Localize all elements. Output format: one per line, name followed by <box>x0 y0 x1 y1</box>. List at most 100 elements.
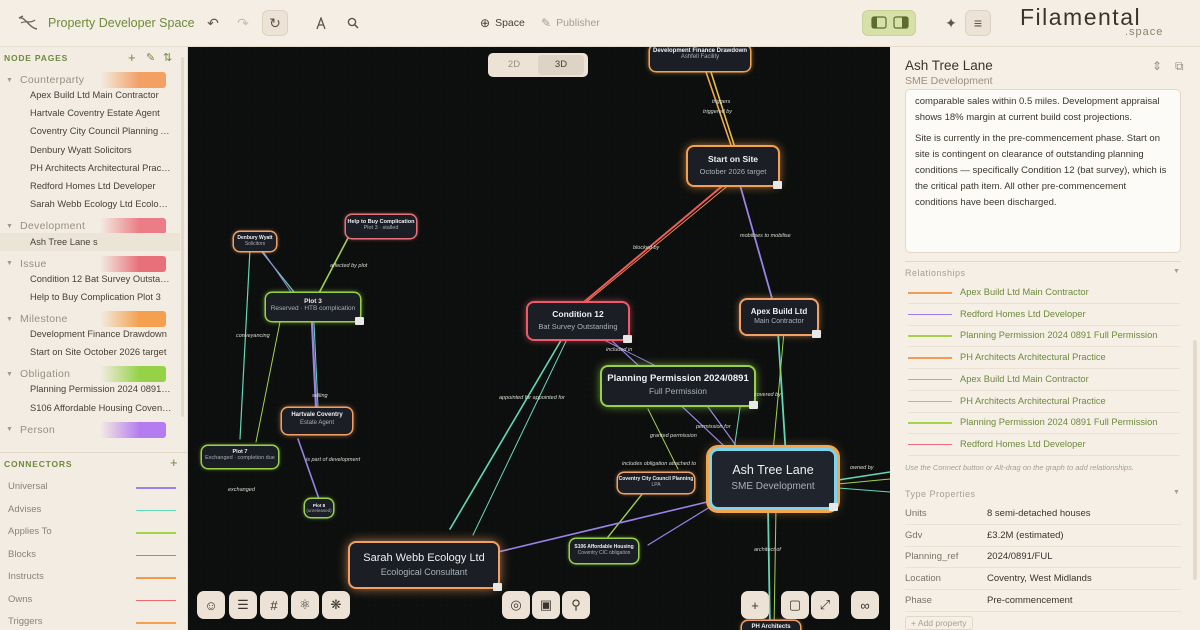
connector-applies-to[interactable]: Applies To <box>8 526 52 537</box>
sort-nodes-button[interactable]: ⇅ <box>163 51 172 64</box>
property-row[interactable]: Units 8 semi-detached houses <box>905 503 1181 525</box>
relationship-row[interactable]: PH Architects Architectural Practice <box>908 392 1180 413</box>
alien-view-button[interactable]: ☺ <box>197 591 225 619</box>
property-value[interactable]: Coventry, West Midlands <box>987 573 1092 584</box>
view-3d-button[interactable]: 3D <box>538 55 584 75</box>
node-start-on-site[interactable]: Start on Site October 2026 target <box>688 147 782 189</box>
node-page-item[interactable]: Planning Permission 2024 0891 Full Permi… <box>30 384 172 394</box>
add-connector-button[interactable]: + <box>170 455 178 470</box>
node-page-item[interactable]: Sarah Webb Ecology Ltd Ecological Consul… <box>30 199 172 209</box>
connector-instructs[interactable]: Instructs <box>8 571 44 582</box>
refresh-button[interactable]: ↻ <box>262 10 288 36</box>
publisher-mode-tab[interactable]: ✎ Publisher <box>541 16 600 30</box>
add-node-button[interactable]: + <box>128 50 136 65</box>
node-page-item[interactable]: Start on Site October 2026 target <box>30 347 172 357</box>
collapse-button[interactable]: ⇕ <box>1152 59 1162 73</box>
chevron-down-icon[interactable]: ▼ <box>1173 489 1180 496</box>
open-page-button[interactable]: ⧉ <box>1175 59 1184 74</box>
node-page-item[interactable]: Redford Homes Ltd Developer <box>30 181 172 191</box>
category-obligation[interactable]: ▼ Obligation <box>6 365 166 383</box>
connector-blocks[interactable]: Blocks <box>8 549 36 560</box>
add-node-canvas-button[interactable]: + <box>741 591 769 619</box>
node-denbury-wyatt[interactable]: Denbury Wyatt Solicitors <box>234 232 276 251</box>
relationship-row[interactable]: Planning Permission 2024 0891 Full Permi… <box>908 326 1180 348</box>
connector-universal[interactable]: Universal <box>8 481 48 492</box>
chevron-down-icon[interactable]: ▼ <box>6 223 20 230</box>
category-color-swatch[interactable] <box>100 311 166 327</box>
chevron-down-icon[interactable]: ▼ <box>6 77 20 84</box>
node-page-item[interactable]: Development Finance Drawdown <box>30 329 172 339</box>
node-page-item[interactable]: Denbury Wyatt Solicitors <box>30 145 172 155</box>
chevron-down-icon[interactable]: ▼ <box>6 426 20 433</box>
node-planning-permission[interactable]: Planning Permission 2024/0891 Full Permi… <box>602 367 758 409</box>
connector-owns[interactable]: Owns <box>8 594 32 605</box>
category-color-swatch[interactable] <box>100 255 166 272</box>
panel-scrollbar[interactable] <box>1193 340 1197 580</box>
link-button[interactable]: ∞ <box>851 591 879 619</box>
property-value[interactable]: 2024/0891/FUL <box>987 551 1053 562</box>
new-page-button[interactable]: ▢ <box>781 591 809 619</box>
category-color-swatch[interactable] <box>100 366 166 383</box>
node-ash-tree-lane[interactable]: Ash Tree Lane SME Development <box>712 451 838 511</box>
relationship-row[interactable]: Apex Build Ltd Main Contractor <box>908 283 1180 304</box>
property-value[interactable]: £3.2M (estimated) <box>987 530 1064 541</box>
relationship-row[interactable]: PH Architects Architectural Practice <box>908 348 1180 370</box>
node-plot-7[interactable]: Plot 7 Exchanged · completion due <box>202 446 278 468</box>
category-color-swatch[interactable] <box>100 72 166 88</box>
chevron-down-icon[interactable]: ▼ <box>6 260 20 267</box>
category-counterparty[interactable]: ▼ Counterparty <box>6 71 166 89</box>
node-page-item[interactable]: Condition 12 Bat Survey Outstanding <box>30 274 172 284</box>
menu-button[interactable]: ≡ <box>965 10 991 36</box>
view-2d-button[interactable]: 2D <box>490 53 538 77</box>
category-issue[interactable]: ▼ Issue <box>6 255 166 273</box>
relationship-row[interactable]: Redford Homes Ltd Developer <box>908 435 1180 456</box>
node-coventry-city-council[interactable]: Coventry City Council Planning LPA <box>618 473 694 493</box>
connector-advises[interactable]: Advises <box>8 504 41 515</box>
panel-layout-toggle[interactable] <box>862 10 916 36</box>
sparkle-button[interactable]: ✦ <box>938 10 964 36</box>
node-page-item[interactable]: PH Architects Architectural Practice <box>30 163 172 173</box>
node-s106-affordable-housing[interactable]: S106 Affordable Housing Coventry CIC obl… <box>570 539 638 563</box>
relationship-row[interactable]: Redford Homes Ltd Developer <box>908 305 1180 326</box>
align-button[interactable]: ☰ <box>229 591 257 619</box>
graph-canvas[interactable]: 2D 3D Development Finance Drawdown Ashfe… <box>188 47 890 630</box>
node-condition-12[interactable]: Condition 12 Bat Survey Outstanding <box>528 303 632 343</box>
screenshot-button[interactable]: ▣ <box>532 591 560 619</box>
connector-triggers[interactable]: Triggers <box>8 616 43 627</box>
node-plot-8[interactable]: Plot 8 (unreleased) <box>305 499 333 517</box>
category-color-swatch[interactable] <box>100 421 166 438</box>
node-development-finance[interactable]: Development Finance Drawdown Ashfell Fac… <box>650 47 750 71</box>
edit-node-button[interactable]: ✎ <box>146 51 155 64</box>
property-value[interactable]: 8 semi-detached houses <box>987 508 1091 519</box>
relationship-row[interactable]: Planning Permission 2024 0891 Full Permi… <box>908 413 1180 435</box>
property-row[interactable]: Phase Pre-commencement <box>905 590 1181 612</box>
node-sarah-webb-ecology[interactable]: Sarah Webb Ecology Ltd Ecological Consul… <box>350 543 502 591</box>
node-help-to-buy[interactable]: Help to Buy Complication Plot 3 · stalle… <box>346 215 416 238</box>
description-box[interactable]: comparable sales within 0.5 miles. Devel… <box>905 89 1181 253</box>
chevron-down-icon[interactable]: ▼ <box>1173 268 1180 275</box>
filament-logo-icon[interactable] <box>17 14 39 32</box>
node-hartvale-coventry[interactable]: Hartvale Coventry Estate Agent <box>282 408 352 434</box>
space-mode-tab[interactable]: ⊕ Space <box>480 16 525 30</box>
redo-button[interactable]: ↷ <box>230 10 256 36</box>
property-value[interactable]: Pre-commencement <box>987 595 1073 606</box>
sidebar-scrollbar[interactable] <box>181 57 184 417</box>
node-apex-build[interactable]: Apex Build Ltd Main Contractor <box>741 300 821 338</box>
grid-button[interactable]: # <box>260 591 288 619</box>
relationship-row[interactable]: Apex Build Ltd Main Contractor <box>908 370 1180 391</box>
node-ph-architects[interactable]: PH Architects <box>742 621 800 630</box>
category-color-swatch[interactable] <box>100 218 166 235</box>
fingerprint-button[interactable]: ◎ <box>502 591 530 619</box>
node-page-item[interactable]: Ash Tree Lane s <box>0 233 180 252</box>
category-person[interactable]: ▼ Person <box>6 421 166 439</box>
property-row[interactable]: Gdv £3.2M (estimated) <box>905 525 1181 547</box>
connect-button[interactable]: ⤢ <box>811 591 839 619</box>
text-tool-button[interactable] <box>308 10 334 36</box>
cluster-button[interactable]: ❋ <box>322 591 350 619</box>
node-plot-3[interactable]: Plot 3 Reserved · HTB complication <box>266 293 364 325</box>
node-page-item[interactable]: Apex Build Ltd Main Contractor <box>30 90 172 100</box>
chevron-down-icon[interactable]: ▼ <box>6 316 20 323</box>
pin-button[interactable]: ⚲ <box>562 591 590 619</box>
property-row[interactable]: Planning_ref 2024/0891/FUL <box>905 546 1181 569</box>
property-row[interactable]: Location Coventry, West Midlands <box>905 568 1181 591</box>
